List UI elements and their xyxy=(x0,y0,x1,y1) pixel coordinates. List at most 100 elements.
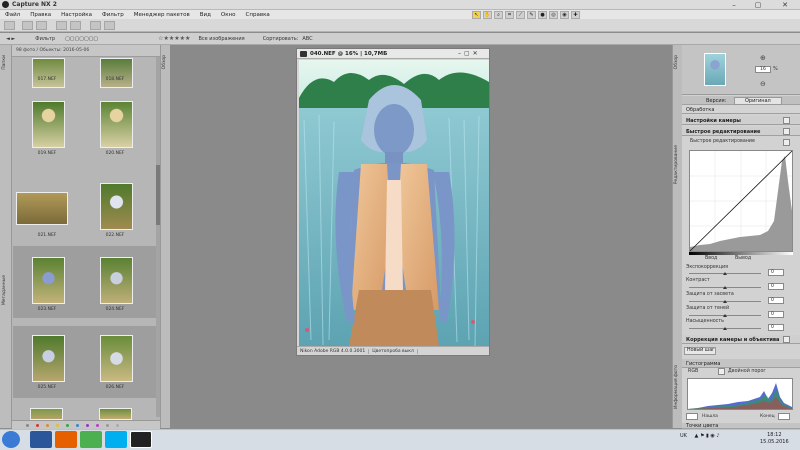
print-icon[interactable] xyxy=(56,21,67,30)
navigator-thumbnail[interactable] xyxy=(704,53,726,86)
system-clock[interactable]: 18:12 15.05.2016 xyxy=(760,432,789,446)
shadow-protection-handle[interactable] xyxy=(723,314,727,317)
menu-view[interactable]: Вид xyxy=(195,12,216,18)
save-icon[interactable] xyxy=(36,21,47,30)
menu-window[interactable]: Окно xyxy=(216,12,241,18)
close-button[interactable]: ✕ xyxy=(770,0,800,10)
zoom-tool-icon[interactable]: ⌕ xyxy=(494,10,503,19)
highlight-value-field[interactable] xyxy=(778,413,790,420)
rotate-left-icon[interactable] xyxy=(90,21,101,30)
thumbnail[interactable]: 025.NEF xyxy=(14,332,80,402)
label-dot[interactable] xyxy=(26,424,29,427)
crop-tool-icon[interactable]: ⌗ xyxy=(505,10,514,19)
contrast-value[interactable]: 0 xyxy=(768,283,784,290)
menu-edit[interactable]: Правка xyxy=(25,12,56,18)
menu-adjust[interactable]: Настройка xyxy=(56,12,97,18)
new-step-button[interactable]: Новый шаг xyxy=(684,347,716,355)
rotate-right-icon[interactable] xyxy=(104,21,115,30)
language-indicator[interactable]: UK xyxy=(680,433,687,439)
maximize-button[interactable]: ▢ xyxy=(746,0,770,10)
capture-nx-app-icon[interactable] xyxy=(130,431,152,448)
selection-tool-icon[interactable]: ◎ xyxy=(549,10,558,19)
softproof-toggle[interactable]: Цветопроба выкл xyxy=(369,348,418,354)
thumbnail-image[interactable] xyxy=(99,408,132,420)
sort-dropdown[interactable]: ABC xyxy=(302,36,312,42)
tab-folders[interactable]: Папки xyxy=(2,55,7,70)
skype-app-icon[interactable] xyxy=(105,431,127,448)
saturation-value[interactable]: 0 xyxy=(768,324,784,331)
brush-tool-icon[interactable]: ✎ xyxy=(527,10,536,19)
label-dot[interactable] xyxy=(56,424,59,427)
label-dot[interactable] xyxy=(116,424,119,427)
histogram-header[interactable]: Гистограмма xyxy=(682,359,800,368)
label-dot[interactable] xyxy=(96,424,99,427)
chrome-app-icon[interactable] xyxy=(80,431,102,448)
firefox-app-icon[interactable] xyxy=(55,431,77,448)
contrast-slider-handle[interactable] xyxy=(723,286,727,289)
zoom-in-icon[interactable]: ⊕ xyxy=(760,54,766,62)
straighten-tool-icon[interactable]: ⟋ xyxy=(516,10,525,19)
zoom-input[interactable]: 16 xyxy=(755,66,771,73)
tab-edit[interactable]: Редактирование xyxy=(674,145,679,184)
start-button[interactable] xyxy=(2,431,20,448)
hand-tool-icon[interactable]: ✋ xyxy=(483,10,492,19)
red-eye-tool-icon[interactable]: ◉ xyxy=(560,10,569,19)
rating-filter[interactable]: ☆★★★★★ xyxy=(158,35,190,42)
open-icon[interactable] xyxy=(22,21,33,30)
tab-overview[interactable]: Обзор xyxy=(674,55,679,69)
shadow-protection-value[interactable]: 0 xyxy=(768,311,784,318)
browser-toggle-icon[interactable] xyxy=(4,21,15,30)
thumbnail[interactable]: 019.NEF xyxy=(14,98,80,168)
label-dot[interactable] xyxy=(106,424,109,427)
thumbnail[interactable]: 026.NEF xyxy=(82,332,148,402)
menu-batch[interactable]: Менеджер пакетов xyxy=(129,12,195,18)
label-dot[interactable] xyxy=(66,424,69,427)
minimize-button[interactable]: – xyxy=(722,0,746,10)
tab-browser[interactable]: Обзор xyxy=(162,55,167,69)
pointer-tool-icon[interactable]: ↖ xyxy=(472,10,481,19)
label-dot[interactable] xyxy=(76,424,79,427)
highlight-protection-value[interactable]: 0 xyxy=(768,297,784,304)
zoom-out-icon[interactable]: ⊖ xyxy=(760,80,766,88)
thumbnail[interactable]: 022.NEF xyxy=(82,180,148,250)
title-bar: Capture NX 2 – ▢ ✕ xyxy=(0,0,800,10)
camera-settings-checkbox[interactable] xyxy=(783,117,790,124)
menu-help[interactable]: Справка xyxy=(241,12,275,18)
processing-label: Обработка xyxy=(686,107,715,113)
quick-fix-checkbox[interactable] xyxy=(783,128,790,135)
exposure-slider-handle[interactable] xyxy=(723,272,727,275)
tab-photo-info[interactable]: Информация фото xyxy=(674,365,679,409)
camera-lens-checkbox[interactable] xyxy=(783,336,790,343)
preset-dropdown[interactable]: Оригинал xyxy=(733,97,782,105)
label-dot[interactable] xyxy=(36,424,39,427)
thumbnail[interactable]: 020.NEF xyxy=(82,98,148,168)
thumbnail[interactable]: 023.NEF xyxy=(14,254,80,324)
exposure-value[interactable]: 0 xyxy=(768,269,784,276)
thumbnail[interactable]: 024.NEF xyxy=(82,254,148,324)
menu-file[interactable]: Файл xyxy=(0,12,25,18)
photo-canvas[interactable] xyxy=(299,60,489,346)
thumbnail-image[interactable] xyxy=(30,408,63,420)
close-icon[interactable]: ✕ xyxy=(473,50,478,58)
dual-threshold-checkbox[interactable] xyxy=(718,368,725,375)
thumbnail[interactable]: 021.NEF xyxy=(14,180,80,250)
tray-icons[interactable]: ▲ ⚑ ▮ ◉ ♪ xyxy=(695,433,720,439)
maximize-icon[interactable]: ▢ xyxy=(464,50,470,58)
label-dot[interactable] xyxy=(46,424,49,427)
color-point-icon[interactable]: ● xyxy=(538,10,547,19)
histogram-channel[interactable]: RGB xyxy=(688,369,698,374)
curves-graph[interactable] xyxy=(689,150,793,252)
export-icon[interactable] xyxy=(70,21,81,30)
auto-retouch-icon[interactable]: ✚ xyxy=(571,10,580,19)
shadow-value-field[interactable] xyxy=(686,413,698,420)
highlight-protection-handle[interactable] xyxy=(723,300,727,303)
tab-metadata[interactable]: Метаданные xyxy=(2,275,7,305)
quick-fix-sub-checkbox[interactable] xyxy=(783,139,790,146)
word-app-icon[interactable] xyxy=(30,431,52,448)
label-dot[interactable] xyxy=(86,424,89,427)
menu-filter[interactable]: Фильтр xyxy=(97,12,129,18)
minimize-icon[interactable]: – xyxy=(458,50,461,58)
processing-header[interactable]: Обработка xyxy=(682,105,800,114)
saturation-slider-handle[interactable] xyxy=(723,327,727,330)
all-images-dropdown[interactable]: Все изображения xyxy=(198,36,244,42)
